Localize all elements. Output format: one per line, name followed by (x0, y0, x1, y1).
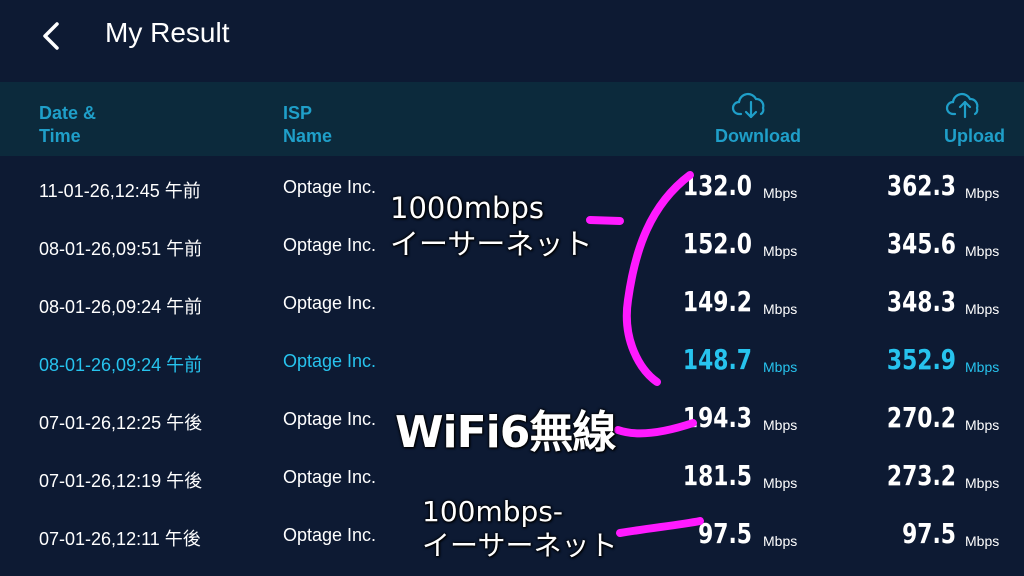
row-download-value: 132.0 (682, 169, 752, 202)
row-download-value: 149.2 (682, 285, 752, 318)
row-upload-value: 345.6 (886, 227, 956, 260)
back-button[interactable] (34, 18, 70, 54)
row-download-unit: Mbps (763, 301, 798, 317)
row-isp: Optage Inc. (283, 235, 377, 255)
header-upload[interactable]: Upload (941, 125, 1005, 148)
row-upload-value: 362.3 (886, 169, 956, 202)
table-header: Date & Time ISP Name Download Upload (0, 82, 1024, 156)
row-download-value: 194.3 (682, 401, 752, 434)
row-upload-unit: Mbps (965, 475, 1000, 491)
annotation-1000mbps-ethernet: 1000mbps イーサーネット (390, 191, 593, 261)
row-isp: Optage Inc. (283, 293, 377, 313)
row-datetime: 07-01-26,12:11 午後 (39, 529, 201, 549)
row-datetime: 07-01-26,12:19 午後 (39, 471, 203, 491)
row-upload-unit: Mbps (965, 533, 1000, 549)
annotation-100mbps-ethernet: 100mbps- イーサーネット (422, 495, 618, 562)
row-upload-unit: Mbps (965, 243, 1000, 259)
row-download-value: 181.5 (682, 459, 752, 492)
row-isp: Optage Inc. (283, 351, 377, 371)
row-datetime: 08-01-26,09:51 午前 (39, 239, 203, 259)
row-upload-unit: Mbps (965, 359, 1000, 375)
row-download-unit: Mbps (763, 359, 798, 375)
row-upload-unit: Mbps (965, 185, 1000, 201)
row-upload-unit: Mbps (965, 417, 1000, 433)
row-download-value: 148.7 (682, 343, 752, 376)
row-download-unit: Mbps (763, 533, 798, 549)
header-date-time[interactable]: Date & Time (39, 102, 96, 148)
row-datetime: 11-01-26,12:45 午前 (39, 181, 201, 201)
row-isp: Optage Inc. (283, 177, 377, 197)
row-isp: Optage Inc. (283, 525, 377, 545)
row-upload-value: 273.2 (886, 459, 956, 492)
row-datetime: 08-01-26,09:24 午前 (39, 297, 203, 317)
result-row[interactable]: 08-01-26,09:24 午前 Optage Inc. 149.2 Mbps… (0, 275, 1024, 333)
row-upload-unit: Mbps (965, 301, 1000, 317)
row-upload-value: 270.2 (886, 401, 956, 434)
row-isp: Optage Inc. (283, 467, 377, 487)
result-row-selected[interactable]: 08-01-26,09:24 午前 Optage Inc. 148.7 Mbps… (0, 333, 1024, 391)
row-download-value: 152.0 (682, 227, 752, 260)
row-download-unit: Mbps (763, 185, 798, 201)
row-isp: Optage Inc. (283, 409, 377, 429)
cloud-download-icon (731, 92, 765, 119)
row-upload-value: 352.9 (886, 343, 956, 376)
top-bar: My Result (0, 0, 1024, 82)
row-download-unit: Mbps (763, 243, 798, 259)
cloud-upload-icon (945, 92, 979, 119)
row-download-unit: Mbps (763, 475, 798, 491)
row-download-value: 97.5 (698, 517, 752, 550)
annotation-wifi6-wireless: WiFi6無線 (395, 407, 616, 458)
row-datetime: 08-01-26,09:24 午前 (39, 355, 203, 375)
row-upload-value: 97.5 (902, 517, 956, 550)
header-download[interactable]: Download (713, 125, 801, 148)
row-download-unit: Mbps (763, 417, 798, 433)
page-title: My Result (105, 17, 230, 48)
row-upload-value: 348.3 (886, 285, 956, 318)
chevron-left-icon (43, 22, 59, 50)
row-datetime: 07-01-26,12:25 午後 (39, 413, 203, 433)
header-isp-name[interactable]: ISP Name (283, 102, 332, 148)
